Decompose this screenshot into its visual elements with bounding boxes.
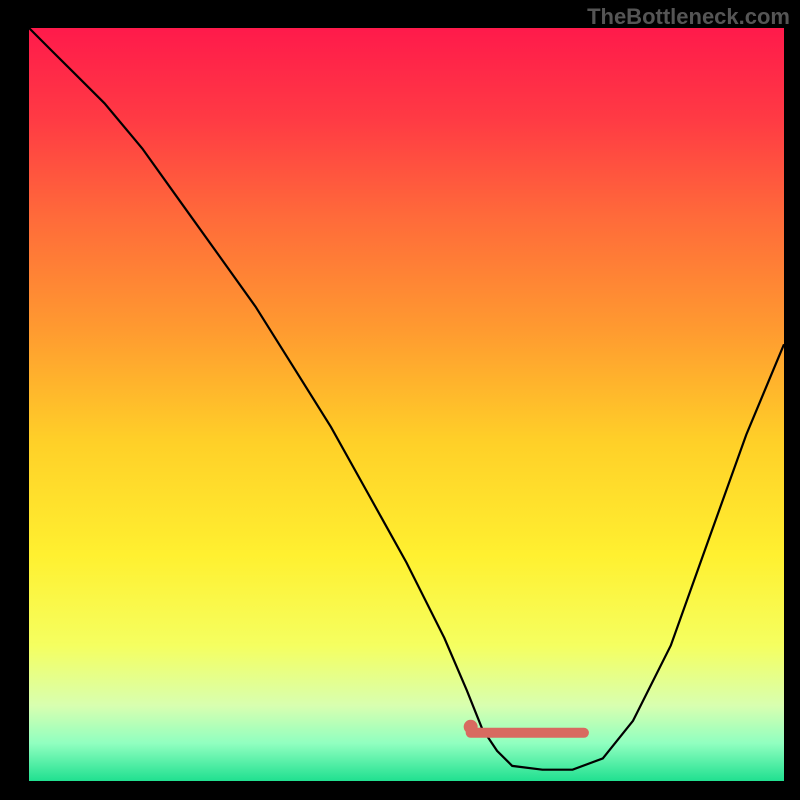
chart-svg bbox=[29, 28, 784, 781]
watermark-text: TheBottleneck.com bbox=[587, 4, 790, 30]
chart-container: TheBottleneck.com bbox=[0, 0, 800, 800]
gradient-background bbox=[29, 28, 784, 781]
optimal-point-dot bbox=[464, 720, 478, 734]
plot-area bbox=[29, 28, 784, 781]
